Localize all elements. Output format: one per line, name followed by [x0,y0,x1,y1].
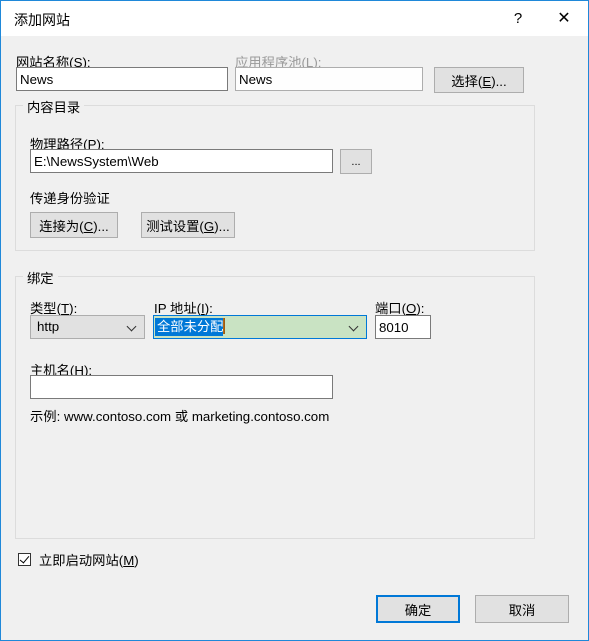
binding-example-text: 示例: www.contoso.com 或 marketing.contoso.… [30,409,330,424]
chevron-down-icon [128,323,137,332]
test-settings-button[interactable]: 测试设置(G)... [141,212,235,238]
select-app-pool-button[interactable]: 选择(E)... [434,67,524,93]
title-bar: 添加网站 ? ✕ [1,1,588,36]
physical-path-input[interactable] [30,149,333,173]
close-x-icon: ✕ [557,8,571,27]
help-button[interactable]: ? [495,1,541,35]
content-directory-legend: 内容目录 [23,97,85,116]
type-combobox[interactable]: http [30,315,145,339]
app-pool-input [235,67,423,91]
port-input[interactable] [375,315,431,339]
binding-legend: 绑定 [23,268,58,287]
ip-address-combobox-value: 全部未分配 [155,318,226,336]
host-name-input[interactable] [30,375,333,399]
browse-path-button[interactable]: ... [340,149,372,174]
close-button[interactable]: ✕ [541,1,587,35]
window-title: 添加网站 [14,12,70,28]
question-mark-icon: ? [513,9,523,27]
cancel-button[interactable]: 取消 [475,595,569,623]
start-website-immediately-label: 立即启动网站(M) [39,553,139,568]
ok-button[interactable]: 确定 [376,595,460,623]
start-website-immediately-checkbox[interactable]: 立即启动网站(M) [18,550,139,569]
ip-address-combobox[interactable]: 全部未分配 [153,315,367,339]
checkbox-box-icon [18,553,31,566]
site-name-input[interactable] [16,67,228,91]
pass-through-auth-label: 传递身份验证 [30,191,110,206]
connect-as-button[interactable]: 连接为(C)... [30,212,118,238]
text-caret [223,318,226,334]
chevron-down-icon [350,323,359,332]
add-website-dialog: 添加网站 ? ✕ 网站名称(S): 应用程序池(L): 选择(E)... 内容目… [0,0,589,641]
type-combobox-value: http [37,319,60,334]
